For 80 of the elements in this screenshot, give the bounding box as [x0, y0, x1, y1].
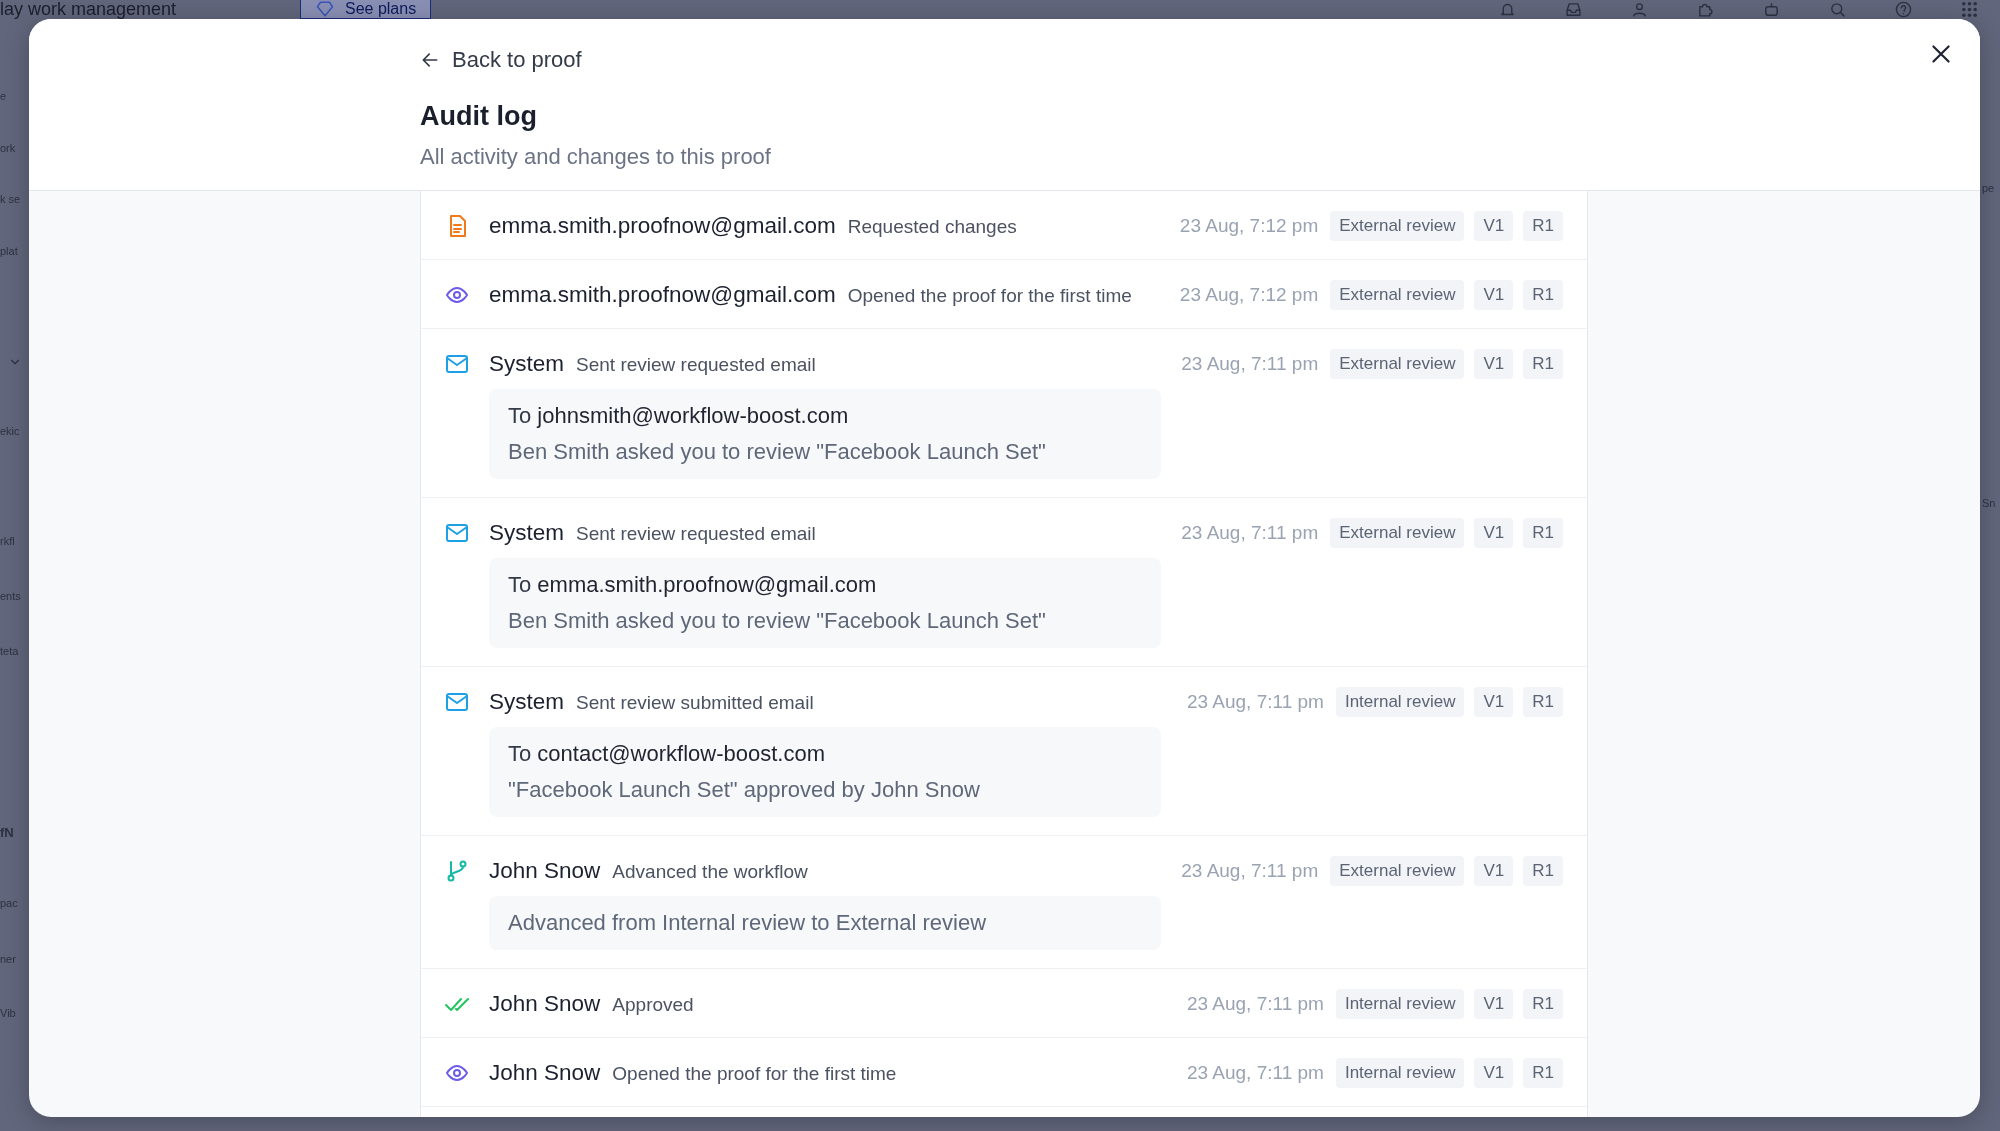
sidebar-item[interactable]: teta — [0, 644, 19, 658]
version-tag: V1 — [1474, 1058, 1514, 1088]
timestamp: 23 Aug, 7:12 pm — [1179, 215, 1319, 237]
actor-name: System — [489, 520, 564, 546]
timestamp: 23 Aug, 7:11 pm — [1181, 353, 1319, 375]
detail-text: To johnsmith@workflow-boost.com — [508, 403, 850, 429]
sidebar-item[interactable]: plat — [0, 244, 18, 258]
dialog-subtitle: All activity and changes to this proof — [420, 144, 772, 170]
action-text: Sent review submitted email — [576, 692, 814, 714]
app-title: lay work management — [0, 0, 178, 19]
detail-text: Ben Smith asked you to review "Facebook Launch Set" — [508, 608, 1047, 634]
puzzle-icon — [1697, 1, 1714, 18]
round-tag: R1 — [1523, 989, 1563, 1019]
detail-text: Ben Smith asked you to review "Facebook Launch Set" — [508, 439, 1047, 465]
timestamp: 23 Aug, 7:11 pm — [1186, 691, 1324, 713]
stage-tag: External review — [1330, 349, 1465, 379]
detail-text: Advanced from Internal review to External review — [508, 910, 988, 936]
detail-text: To emma.smith.proofnow@gmail.com — [508, 572, 878, 598]
sidebar-item[interactable]: ner — [0, 952, 16, 966]
stage-tag: External review — [1330, 211, 1465, 241]
see-plans-button[interactable]: See plans — [300, 0, 432, 19]
stage-tag: Internal review — [1335, 1058, 1465, 1088]
stage-tag: External review — [1330, 280, 1465, 310]
stage-tag: External review — [1330, 856, 1465, 886]
apps-grid-icon — [1961, 1, 1978, 18]
bell-icon — [1499, 1, 1516, 18]
dialog-title: Audit log — [420, 101, 538, 132]
timestamp: 23 Aug, 7:12 pm — [1179, 284, 1319, 306]
timestamp: 23 Aug, 7:11 pm — [1181, 860, 1319, 882]
action-text: Sent review requested email — [576, 523, 816, 545]
version-tag: V1 — [1474, 989, 1514, 1019]
round-tag: R1 — [1523, 518, 1563, 548]
arrow-left-icon — [420, 50, 440, 70]
actor-name: John Snow — [489, 858, 601, 884]
round-tag: R1 — [1523, 856, 1563, 886]
sidebar-item[interactable]: Vib — [0, 1006, 16, 1020]
envelope-icon — [445, 690, 469, 714]
help-icon — [1895, 1, 1912, 18]
version-tag: V1 — [1474, 687, 1514, 717]
table-cell: Sn — [1982, 496, 1996, 510]
envelope-icon — [445, 521, 469, 545]
timestamp: 23 Aug, 7:11 pm — [1186, 1062, 1324, 1084]
version-tag: V1 — [1474, 856, 1514, 886]
version-tag: V1 — [1474, 211, 1514, 241]
round-tag: R1 — [1523, 280, 1563, 310]
stage-tag: Internal review — [1335, 687, 1465, 717]
actor-name: System — [489, 351, 564, 377]
action-text: Sent review requested email — [576, 354, 816, 376]
actor-name: John Snow — [489, 1060, 601, 1086]
action-text: Opened the proof for the first time — [612, 1063, 897, 1085]
sidebar-item[interactable]: ents — [0, 589, 21, 603]
round-tag: R1 — [1523, 1058, 1563, 1088]
actor-name: John Snow — [489, 991, 601, 1017]
sidebar-item[interactable]: fN — [0, 826, 14, 840]
actor-name: System — [489, 689, 564, 715]
action-text: Requested changes — [847, 216, 1017, 238]
action-text: Advanced the workflow — [612, 861, 808, 883]
version-tag: V1 — [1474, 518, 1514, 548]
round-tag: R1 — [1523, 211, 1563, 241]
search-icon — [1829, 1, 1846, 18]
timestamp: 23 Aug, 7:11 pm — [1186, 993, 1324, 1015]
action-text: Approved — [612, 994, 694, 1016]
branch-icon — [445, 859, 469, 883]
diamond-icon — [315, 0, 335, 18]
detail-text: To contact@workflow-boost.com — [508, 741, 826, 767]
timestamp: 23 Aug, 7:11 pm — [1181, 522, 1319, 544]
actor-name: emma.smith.proofnow@gmail.com — [489, 282, 836, 308]
back-link[interactable]: Back to proof — [420, 47, 582, 73]
actor-name: emma.smith.proofnow@gmail.com — [489, 213, 836, 239]
envelope-icon — [445, 352, 469, 376]
version-tag: V1 — [1474, 349, 1514, 379]
stage-tag: External review — [1330, 518, 1465, 548]
action-text: Opened the proof for the first time — [847, 285, 1132, 307]
stage-tag: Internal review — [1335, 989, 1465, 1019]
round-tag: R1 — [1523, 349, 1563, 379]
detail-text: "Facebook Launch Set" approved by John Snow — [508, 777, 981, 803]
version-tag: V1 — [1474, 280, 1514, 310]
person-icon — [1631, 1, 1648, 18]
round-tag: R1 — [1523, 687, 1563, 717]
inbox-icon — [1565, 1, 1582, 18]
